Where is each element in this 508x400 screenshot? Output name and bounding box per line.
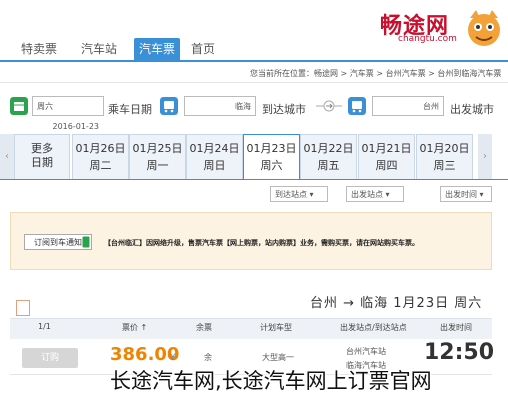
to-city-label: 到达城市 [262,103,306,116]
swap-cities-icon[interactable] [314,100,344,112]
date-tab-selected[interactable]: 01月23日 周六 [243,134,300,180]
nav-item-home[interactable]: 首页 [180,38,226,60]
breadcrumb: 您当前所在位置：畅途网 > 汽车票 > 台州汽车票 > 台州到临海汽车票 [250,69,502,78]
date-tab[interactable]: 01月25日 周一 [129,134,186,180]
prev-dates-arrow[interactable]: ‹ [0,134,14,180]
date-strip-underline [0,179,508,180]
date-tab[interactable]: 01月22日 周五 [300,134,357,180]
col-depart-time[interactable]: 出发时间 [440,322,472,333]
logo-subtitle: changtu.com [398,34,457,44]
currency-icon: ¥ [170,353,176,363]
row-remaining: 余 [204,353,212,362]
row-depart-time: 12:50 [424,340,495,365]
depart-time-filter[interactable]: 出发时间 ▾ [440,186,492,202]
nav-item-special-tickets[interactable]: 特卖票 [10,38,68,60]
date-tab-strip: 01月20日 周三 01月21日 周四 01月22日 周五 01月23日 周六 01月2… [0,134,508,180]
nav-item-bus-tickets[interactable]: 汽车票 [134,38,180,60]
phone-icon [82,236,90,248]
arrive-station-filter[interactable]: 到达站点 ▾ [270,186,328,202]
date-tab[interactable]: 01月21日 周四 [358,134,415,180]
pager[interactable]: 1/1 [38,322,51,331]
more-dates-tab[interactable]: 更多日期 [14,134,70,180]
nav-item-bus-stations[interactable]: 汽车站 [70,38,128,60]
nav-underline [0,60,508,62]
col-stations: 出发站点/到达站点 [340,323,407,332]
table-header [10,318,492,339]
divider [0,82,508,83]
row-depart-station[interactable]: 台州汽车站 [346,346,386,357]
watermark-caption: 长途汽车网,长途汽车网上订票官网 [110,369,432,393]
from-city-input[interactable]: 台州 [372,96,444,116]
book-button[interactable]: 订购 [22,348,78,368]
date-tab[interactable]: 01月26日 周二 [72,134,129,180]
date-input[interactable]: 周六 2016-01-23 [32,96,104,131]
mascot-logo-icon [468,10,500,46]
bus-icon [348,97,366,115]
route-title: 台州 → 临海 1月23日 周六 [310,296,483,311]
from-city-label: 出发城市 [450,103,494,116]
row-vehicle: 大型高一 [262,353,294,362]
date-label: 乘车日期 [108,103,152,116]
to-city-input[interactable]: 临海 [184,96,256,116]
side-doc-icon[interactable] [16,300,30,316]
calendar-icon[interactable] [10,97,28,115]
col-vehicle: 计划车型 [260,323,292,332]
weekday-value: 周六 [37,102,53,111]
notice-text: 【台州临汇】因网络升级，售票汽车票【网上购票，站内购票】业务，需购买票，请在网站… [104,239,419,247]
main-nav: 首页 汽车票 汽车站 特卖票 [0,38,230,60]
bus-icon [160,97,178,115]
date-tab[interactable]: 01月24日 周日 [186,134,243,180]
depart-station-filter[interactable]: 出发站点 ▾ [346,186,404,202]
date-tab[interactable]: 01月20日 周三 [416,134,473,180]
col-price[interactable]: 票价 ↑ [122,322,147,333]
col-remaining: 余票 [196,323,212,332]
